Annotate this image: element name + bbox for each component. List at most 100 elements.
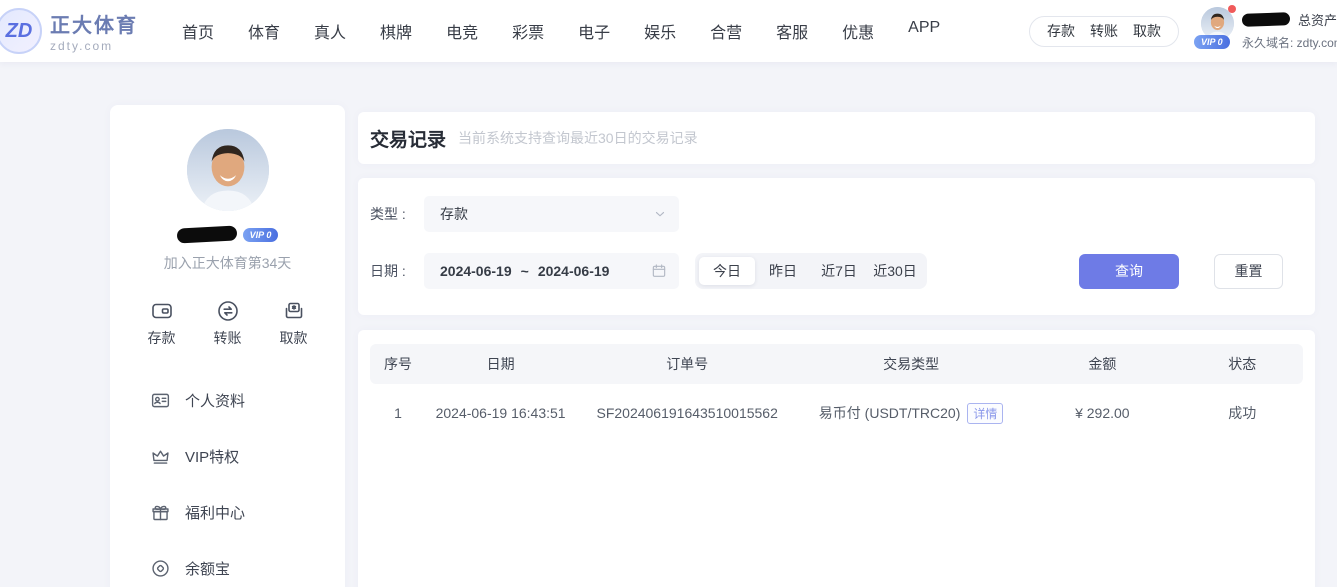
date-to-value: 2024-06-19: [538, 263, 610, 279]
sidebar-menu: 个人资料 VIP特权 福利中心 余额宝: [110, 372, 345, 587]
avatar-graphic-large: [187, 129, 269, 211]
topbar-vip-badge: VIP 0: [1194, 35, 1230, 49]
calendar-icon: [651, 263, 667, 279]
quick-action-withdraw[interactable]: 取款: [280, 299, 308, 348]
redacted-username-sidebar: [176, 225, 237, 243]
brand-logo-icon: ZD: [0, 8, 42, 54]
brand-logo[interactable]: ZD 正大体育 zdty.com: [2, 8, 168, 54]
sidebar-vip-badge: VIP 0: [243, 228, 279, 242]
sidebar-item-balance-treasure[interactable]: 余额宝: [150, 540, 345, 587]
user-texts: 总资产 永久域名: zdty.com: [1242, 11, 1337, 51]
type-select-value: 存款: [440, 204, 653, 224]
sidebar-item-profile[interactable]: 个人资料: [150, 372, 345, 428]
type-filter-label: 类型 :: [370, 204, 416, 224]
nav-item-live[interactable]: 真人: [314, 19, 346, 43]
date-range-input[interactable]: 2024-06-19 ~ 2024-06-19: [424, 253, 679, 289]
row-index: 1: [370, 405, 426, 421]
quick-action-label: 存款: [148, 328, 176, 348]
date-range-tabs: 今日 昨日 近7日 近30日: [695, 253, 927, 289]
id-card-icon: [150, 390, 171, 411]
total-assets-label: 总资产: [1298, 10, 1337, 29]
wallet-actions-pill: 存款 转账 取款: [1029, 16, 1179, 47]
table-header-row: 序号 日期 订单号 交易类型 金额 状态: [370, 344, 1303, 384]
brand-domain: zdty.com: [50, 39, 138, 53]
range-tab-today[interactable]: 今日: [699, 257, 755, 285]
col-header-date: 日期: [426, 354, 575, 374]
col-header-type: 交易类型: [799, 354, 1023, 374]
main-content: 交易记录 当前系统支持查询最近30日的交易记录 类型 : 存款 日期 : 202…: [358, 112, 1315, 587]
range-tab-30days[interactable]: 近30日: [867, 257, 923, 285]
reset-button[interactable]: 重置: [1214, 254, 1283, 289]
profile-avatar[interactable]: [187, 129, 269, 211]
nav-item-sports[interactable]: 体育: [248, 19, 280, 43]
nav-item-entertainment[interactable]: 娱乐: [644, 19, 676, 43]
transfer-icon: [216, 299, 240, 323]
user-cluster: VIP 0 总资产 永久域名: zdty.com: [1201, 11, 1337, 51]
coin-icon: [150, 558, 171, 579]
page-title: 交易记录: [370, 125, 446, 152]
nav-item-lottery[interactable]: 彩票: [512, 19, 544, 43]
topbar-deposit-button[interactable]: 存款: [1047, 21, 1075, 41]
range-tab-yesterday[interactable]: 昨日: [755, 257, 811, 285]
row-order-no: SF202406191643510015562: [575, 405, 799, 421]
main-nav: 首页 体育 真人 棋牌 电竞 彩票 电子 娱乐 合营 客服 优惠 APP: [182, 19, 940, 43]
sidebar-item-rewards[interactable]: 福利中心: [150, 484, 345, 540]
quick-action-transfer[interactable]: 转账: [214, 299, 242, 348]
permanent-domain-note: 永久域名: zdty.com: [1242, 34, 1337, 51]
quick-action-deposit[interactable]: 存款: [148, 299, 176, 348]
sidebar-item-label: 福利中心: [185, 502, 245, 523]
brand-name: 正大体育: [50, 9, 138, 38]
type-select[interactable]: 存款: [424, 196, 679, 232]
sidebar-item-label: VIP特权: [185, 446, 239, 467]
withdraw-icon: [282, 299, 306, 323]
join-days-text: 加入正大体育第34天: [164, 253, 292, 273]
redacted-username: [1242, 12, 1290, 27]
date-from-value: 2024-06-19: [440, 263, 512, 279]
nav-item-board-games[interactable]: 棋牌: [380, 19, 412, 43]
col-header-amount: 金额: [1023, 354, 1182, 374]
topbar-transfer-button[interactable]: 转账: [1090, 21, 1118, 41]
page-header-card: 交易记录 当前系统支持查询最近30日的交易记录: [358, 112, 1315, 164]
sidebar-item-vip[interactable]: VIP特权: [150, 428, 345, 484]
nav-item-partnership[interactable]: 合营: [710, 19, 742, 43]
brand-text: 正大体育 zdty.com: [50, 9, 138, 53]
quick-actions: 存款 转账 取款: [110, 299, 345, 348]
nav-item-esports[interactable]: 电竞: [446, 19, 478, 43]
transactions-table-card: 序号 日期 订单号 交易类型 金额 状态 1 2024-06-19 16:43:…: [358, 330, 1315, 587]
quick-action-label: 取款: [280, 328, 308, 348]
col-header-index: 序号: [370, 354, 426, 374]
topbar-withdraw-button[interactable]: 取款: [1133, 21, 1161, 41]
quick-action-label: 转账: [214, 328, 242, 348]
wallet-icon: [150, 299, 174, 323]
chevron-down-icon: [653, 207, 667, 221]
nav-item-app[interactable]: APP: [908, 19, 940, 43]
sidebar-item-label: 个人资料: [185, 390, 245, 411]
row-type-text: 易币付 (USDT/TRC20): [819, 403, 961, 423]
query-button[interactable]: 查询: [1079, 254, 1179, 289]
topbar: ZD 正大体育 zdty.com 首页 体育 真人 棋牌 电竞 彩票 电子 娱乐…: [0, 0, 1337, 62]
row-status: 成功: [1182, 403, 1303, 423]
row-amount: ¥ 292.00: [1023, 405, 1182, 421]
filter-card: 类型 : 存款 日期 : 2024-06-19 ~ 2024-06-19: [358, 178, 1315, 315]
row-type-cell: 易币付 (USDT/TRC20) 详情: [799, 403, 1023, 424]
notification-dot: [1228, 5, 1236, 13]
profile-block: VIP 0 加入正大体育第34天: [110, 105, 345, 273]
col-header-order-no: 订单号: [575, 354, 799, 374]
nav-item-promotions[interactable]: 优惠: [842, 19, 874, 43]
date-filter-label: 日期 :: [370, 261, 416, 281]
profile-sidebar: VIP 0 加入正大体育第34天 存款 转账 取款: [110, 105, 345, 587]
user-avatar[interactable]: VIP 0: [1201, 7, 1234, 40]
row-datetime: 2024-06-19 16:43:51: [426, 405, 575, 421]
date-separator: ~: [521, 263, 529, 279]
nav-item-slots[interactable]: 电子: [578, 19, 610, 43]
col-header-status: 状态: [1182, 354, 1303, 374]
range-tab-7days[interactable]: 近7日: [811, 257, 867, 285]
nav-item-support[interactable]: 客服: [776, 19, 808, 43]
nav-item-home[interactable]: 首页: [182, 19, 214, 43]
sidebar-item-label: 余额宝: [185, 558, 230, 579]
crown-icon: [150, 446, 171, 467]
table-row: 1 2024-06-19 16:43:51 SF2024061916435100…: [370, 384, 1303, 442]
page-subtitle: 当前系统支持查询最近30日的交易记录: [458, 128, 698, 148]
detail-badge-button[interactable]: 详情: [967, 403, 1003, 424]
topbar-right: 存款 转账 取款: [1029, 11, 1337, 51]
